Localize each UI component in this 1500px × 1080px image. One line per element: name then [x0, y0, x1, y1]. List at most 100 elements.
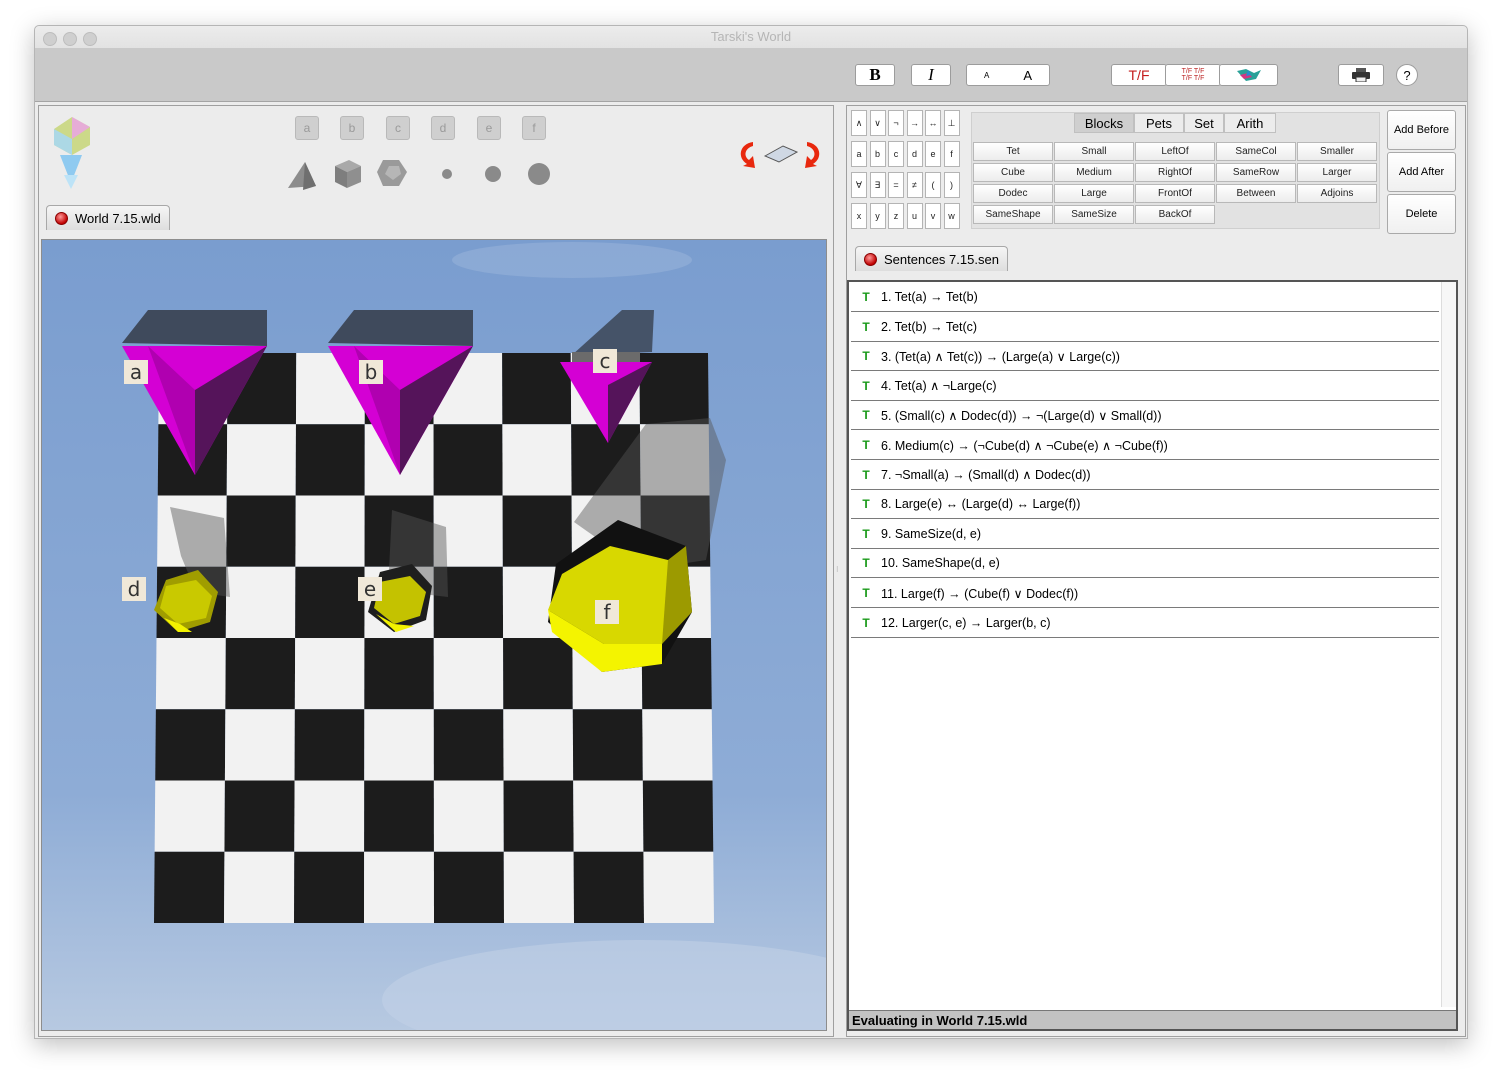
board-square[interactable]	[295, 495, 365, 567]
italic-button[interactable]: I	[911, 64, 951, 86]
close-window-button[interactable]	[43, 32, 57, 46]
board-square[interactable]	[503, 638, 573, 710]
block-name-a-button[interactable]: a	[295, 116, 319, 140]
sentence-row[interactable]: T 2. Tet(b) → Tet(c)	[851, 313, 1439, 342]
board-square[interactable]	[433, 780, 504, 852]
block-name-b-button[interactable]: b	[340, 116, 364, 140]
predicate-rightof-button[interactable]: RightOf	[1135, 163, 1215, 182]
predicate-tet-button[interactable]: Tet	[973, 142, 1053, 161]
keyboard-key[interactable]: c	[888, 141, 904, 167]
board-square[interactable]	[294, 638, 365, 710]
keyboard-key[interactable]: y	[869, 203, 886, 229]
board-square[interactable]	[433, 638, 504, 710]
keyboard-key[interactable]: ∨	[869, 110, 886, 136]
font-larger-button[interactable]: A	[1023, 68, 1032, 83]
game-button[interactable]	[1219, 64, 1278, 86]
board-square[interactable]	[226, 495, 296, 567]
tab-arith[interactable]: Arith	[1224, 113, 1276, 133]
sentence-row[interactable]: T 1. Tet(a) → Tet(b)	[851, 283, 1439, 312]
board-square[interactable]	[224, 851, 295, 923]
block-name-f-button[interactable]: f	[522, 116, 546, 140]
verify-all-button[interactable]: T/F T/F T/F T/F	[1165, 64, 1221, 86]
keyboard-key[interactable]: (	[925, 172, 941, 198]
sentence-row[interactable]: T 8. Large(e) ↔ (Large(d) ↔ Large(f))	[851, 490, 1439, 520]
bold-button[interactable]: B	[855, 64, 895, 86]
board-square[interactable]	[226, 424, 296, 496]
tet-tool-icon[interactable]	[288, 162, 316, 190]
board-square[interactable]	[155, 638, 226, 710]
board-square[interactable]	[433, 424, 503, 496]
predicate-cube-button[interactable]: Cube	[973, 163, 1053, 182]
add-after-button[interactable]: Add After	[1387, 152, 1456, 192]
medium-size-icon[interactable]	[485, 166, 501, 182]
board-square[interactable]	[572, 709, 643, 781]
board-square[interactable]	[642, 709, 713, 781]
keyboard-key[interactable]: →	[906, 110, 923, 136]
world-board[interactable]	[42, 240, 826, 1030]
keyboard-key[interactable]: ≠	[906, 172, 923, 198]
keyboard-key[interactable]: w	[943, 203, 960, 229]
verify-sentence-button[interactable]: T/F	[1111, 64, 1167, 86]
board-square[interactable]	[503, 709, 574, 781]
predicate-adjoins-button[interactable]: Adjoins	[1297, 184, 1377, 203]
board-square[interactable]	[643, 851, 714, 923]
sentence-row[interactable]: T 10. SameShape(d, e)	[851, 549, 1439, 579]
board-square[interactable]	[155, 709, 226, 781]
sentence-row[interactable]: T 6. Medium(c) → (¬Cube(d) ∧ ¬Cube(e) ∧ ¬…	[851, 431, 1439, 460]
sentence-row[interactable]: T 5. (Small(c) ∧ Dodec(d)) → ¬(Large(d) ∨…	[851, 401, 1439, 431]
sentence-row[interactable]: T 12. Larger(c, e) → Larger(b, c)	[851, 609, 1439, 638]
predicate-medium-button[interactable]: Medium	[1054, 163, 1134, 182]
keyboard-key[interactable]: ∧	[851, 110, 867, 136]
board-square[interactable]	[433, 851, 504, 923]
keyboard-key[interactable]: ¬	[888, 110, 904, 136]
keyboard-key[interactable]: e	[925, 141, 941, 167]
keyboard-key[interactable]: ⊥	[943, 110, 960, 136]
keyboard-key[interactable]: b	[869, 141, 886, 167]
keyboard-key[interactable]: ∃	[869, 172, 886, 198]
sentence-row[interactable]: T 9. SameSize(d, e)	[851, 520, 1439, 549]
board-square[interactable]	[364, 638, 434, 710]
board-square[interactable]	[295, 566, 365, 638]
tab-set[interactable]: Set	[1184, 113, 1224, 133]
predicate-frontof-button[interactable]: FrontOf	[1135, 184, 1215, 203]
predicate-larger-button[interactable]: Larger	[1297, 163, 1377, 182]
keyboard-key[interactable]: =	[888, 172, 904, 198]
predicate-backof-button[interactable]: BackOf	[1135, 205, 1215, 224]
world-view[interactable]: a b c d e f	[41, 239, 827, 1031]
cube-tool-icon[interactable]	[335, 160, 361, 188]
board-square[interactable]	[294, 780, 365, 852]
board-square[interactable]	[503, 851, 574, 923]
keyboard-key[interactable]: x	[851, 203, 867, 229]
tab-blocks[interactable]: Blocks	[1074, 113, 1134, 133]
board-square[interactable]	[642, 780, 714, 852]
sentence-row[interactable]: T 4. Tet(a) ∧ ¬Large(c)	[851, 372, 1439, 401]
predicate-smaller-button[interactable]: Smaller	[1297, 142, 1377, 161]
font-smaller-button[interactable]: A	[984, 71, 989, 80]
sentence-scrollbar[interactable]	[1441, 282, 1456, 1007]
delete-button[interactable]: Delete	[1387, 194, 1456, 234]
zoom-window-button[interactable]	[83, 32, 97, 46]
dodec-tool-icon[interactable]	[377, 160, 407, 186]
keyboard-key[interactable]: a	[851, 141, 867, 167]
predicate-samesize-button[interactable]: SameSize	[1054, 205, 1134, 224]
board-square[interactable]	[502, 495, 572, 567]
predicate-leftof-button[interactable]: LeftOf	[1135, 142, 1215, 161]
keyboard-key[interactable]: f	[943, 141, 960, 167]
sentence-list[interactable]: T 1. Tet(a) → Tet(b) T 2. Tet(b) → Tet(c) T 3…	[847, 280, 1458, 1031]
sentence-row[interactable]: T 7. ¬Small(a) → (Small(d) ∧ Dodec(d))	[851, 461, 1439, 490]
add-before-button[interactable]: Add Before	[1387, 110, 1456, 150]
board-square[interactable]	[294, 851, 365, 923]
split-pane-divider[interactable]: ⁝	[836, 565, 842, 574]
board-square[interactable]	[224, 709, 295, 781]
keyboard-key[interactable]: v	[925, 203, 941, 229]
predicate-between-button[interactable]: Between	[1216, 184, 1296, 203]
board-square[interactable]	[154, 851, 225, 923]
predicate-dodec-button[interactable]: Dodec	[973, 184, 1053, 203]
predicate-samerow-button[interactable]: SameRow	[1216, 163, 1296, 182]
predicate-small-button[interactable]: Small	[1054, 142, 1134, 161]
rotate-left-icon[interactable]	[740, 142, 755, 168]
board-square[interactable]	[364, 709, 434, 781]
keyboard-key[interactable]: )	[943, 172, 960, 198]
rotate-world-board-icon[interactable]	[763, 145, 799, 163]
predicate-sameshape-button[interactable]: SameShape	[973, 205, 1053, 224]
